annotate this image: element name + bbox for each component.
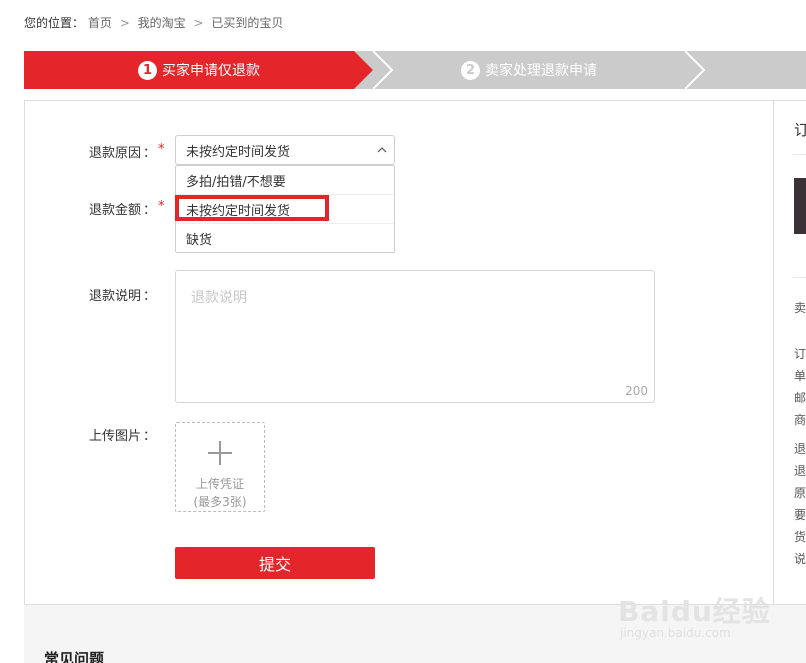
textarea-placeholder: 退款说明 (191, 290, 247, 306)
upload-label: 上传图片： (88, 429, 156, 444)
amount-label: 退款金额： (88, 203, 156, 218)
refund-description-textarea[interactable]: 退款说明 200 (175, 270, 655, 403)
submit-button[interactable]: 提交 (175, 547, 375, 579)
divider (793, 154, 806, 155)
panel-divider (773, 100, 774, 605)
step-number: 1 (138, 60, 157, 80)
watermark-url: jingyan.baidu.com (620, 626, 731, 640)
faq-title: 常见问题 (44, 650, 105, 663)
required-mark: * (158, 199, 165, 214)
order-info-label: 商 (794, 413, 806, 427)
refund-info-label: 要 (794, 508, 806, 522)
breadcrumb-separator: > (193, 16, 204, 30)
step-2: 2 卖家处理退款申请 (461, 51, 597, 89)
char-limit-counter: 200 (625, 384, 648, 398)
required-mark: * (158, 142, 165, 157)
dropdown-option[interactable]: 缺货 (176, 224, 394, 253)
breadcrumb-label: 您的位置： (24, 16, 85, 30)
refund-reason-select[interactable]: 未按约定时间发货 (175, 135, 395, 165)
breadcrumb-link-home[interactable]: 首页 (88, 16, 112, 30)
order-info-label: 单 (794, 369, 806, 383)
step-label: 卖家处理退款申请 (485, 63, 597, 79)
chevron-up-icon (377, 147, 387, 153)
refund-info-label: 说 (794, 552, 806, 566)
dropdown-option[interactable]: 多拍/拍错/不想要 (176, 166, 394, 195)
breadcrumb-link-purchased[interactable]: 已买到的宝贝 (211, 16, 283, 30)
plus-icon (208, 441, 232, 465)
refund-info-label: 退 (794, 442, 806, 456)
select-value: 未按约定时间发货 (186, 144, 291, 160)
order-info-title: 订 (794, 121, 806, 139)
step-active-arrow (354, 51, 373, 89)
reason-label: 退款原因： (88, 146, 156, 161)
upload-text: 上传凭证 (195, 477, 244, 491)
baidu-watermark: Baidu经验 jingyan.baidu.com (618, 578, 771, 648)
refund-info-label: 货 (794, 530, 806, 544)
upload-evidence-button[interactable]: 上传凭证 (最多3张) (175, 422, 265, 512)
upload-limit-text: (最多3张) (193, 495, 247, 509)
order-info-label: 邮 (794, 391, 806, 405)
refund-info-label: 退 (794, 464, 806, 478)
breadcrumb-separator: > (119, 16, 130, 30)
watermark-logo: Baidu经验 (618, 595, 771, 628)
progress-steps: 1 买家申请仅退款 2 卖家处理退款申请 (24, 51, 806, 89)
step-number: 2 (461, 60, 480, 80)
refund-info-label: 原 (794, 486, 806, 500)
product-thumbnail[interactable] (794, 178, 806, 234)
step-1: 1 买家申请仅退款 (138, 51, 260, 89)
step-label: 买家申请仅退款 (162, 63, 260, 79)
divider (793, 277, 806, 278)
annotation-highlight-box (175, 195, 329, 221)
breadcrumb: 您的位置： 首页 > 我的淘宝 > 已买到的宝贝 (24, 14, 283, 31)
description-label: 退款说明： (88, 289, 156, 304)
step-chevron-icon (685, 51, 706, 89)
breadcrumb-link-my-taobao[interactable]: 我的淘宝 (138, 16, 186, 30)
seller-label: 卖 (794, 301, 806, 315)
order-info-label: 订 (794, 347, 806, 361)
step-chevron-icon (373, 51, 394, 89)
